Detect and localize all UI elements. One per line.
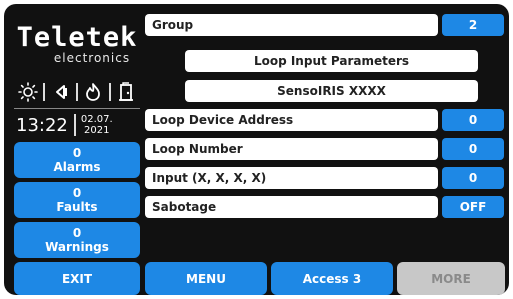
param-value-loop-device-address[interactable]: 0 bbox=[442, 109, 504, 131]
logo-subtitle: electronics bbox=[53, 51, 131, 65]
clock: 13:22 02.07. 2021 bbox=[16, 112, 140, 138]
param-label-loop-device-address: Loop Device Address bbox=[145, 109, 438, 131]
param-value-input[interactable]: 0 bbox=[442, 167, 504, 189]
logo-brand: Teletek bbox=[16, 22, 138, 53]
status-icons-bar bbox=[17, 80, 137, 104]
faults-count: 0 bbox=[72, 186, 82, 200]
param-label-sabotage: Sabotage bbox=[145, 196, 438, 218]
param-value-sabotage[interactable]: OFF bbox=[442, 196, 504, 218]
exit-button[interactable]: EXIT bbox=[14, 262, 140, 295]
param-value-loop-number[interactable]: 0 bbox=[442, 138, 504, 160]
faults-counter[interactable]: 0 Faults bbox=[14, 182, 140, 218]
clock-date-day: 02.07. bbox=[80, 114, 113, 125]
clock-time: 13:22 bbox=[16, 114, 68, 136]
warnings-counter[interactable]: 0 Warnings bbox=[14, 222, 140, 258]
flame-icon bbox=[82, 81, 104, 103]
group-label: Group bbox=[145, 14, 438, 36]
param-label-input: Input (X, X, X, X) bbox=[145, 167, 438, 189]
access-button[interactable]: Access 3 bbox=[271, 262, 393, 295]
alarms-count: 0 bbox=[72, 146, 82, 160]
sun-icon bbox=[17, 81, 39, 103]
divider bbox=[14, 108, 140, 109]
speaker-icon bbox=[50, 81, 72, 103]
warnings-count: 0 bbox=[72, 226, 82, 240]
more-button[interactable]: MORE bbox=[397, 262, 505, 295]
menu-button[interactable]: MENU bbox=[145, 262, 267, 295]
door-icon bbox=[115, 81, 137, 103]
alarms-label: Alarms bbox=[53, 160, 101, 174]
alarms-counter[interactable]: 0 Alarms bbox=[14, 142, 140, 178]
warnings-label: Warnings bbox=[45, 240, 109, 254]
faults-label: Faults bbox=[56, 200, 98, 214]
teletek-logo: Teletek electronics bbox=[14, 22, 140, 66]
group-value[interactable]: 2 bbox=[442, 14, 504, 36]
control-panel-screen: Teletek electronics 13:22 02.07. 2021 0 bbox=[4, 4, 509, 295]
section-title: Loop Input Parameters bbox=[185, 50, 478, 72]
clock-date: 02.07. 2021 bbox=[81, 114, 113, 136]
device-name: SensoIRIS XXXX bbox=[185, 80, 478, 102]
param-label-loop-number: Loop Number bbox=[145, 138, 438, 160]
clock-date-year: 2021 bbox=[84, 125, 110, 136]
